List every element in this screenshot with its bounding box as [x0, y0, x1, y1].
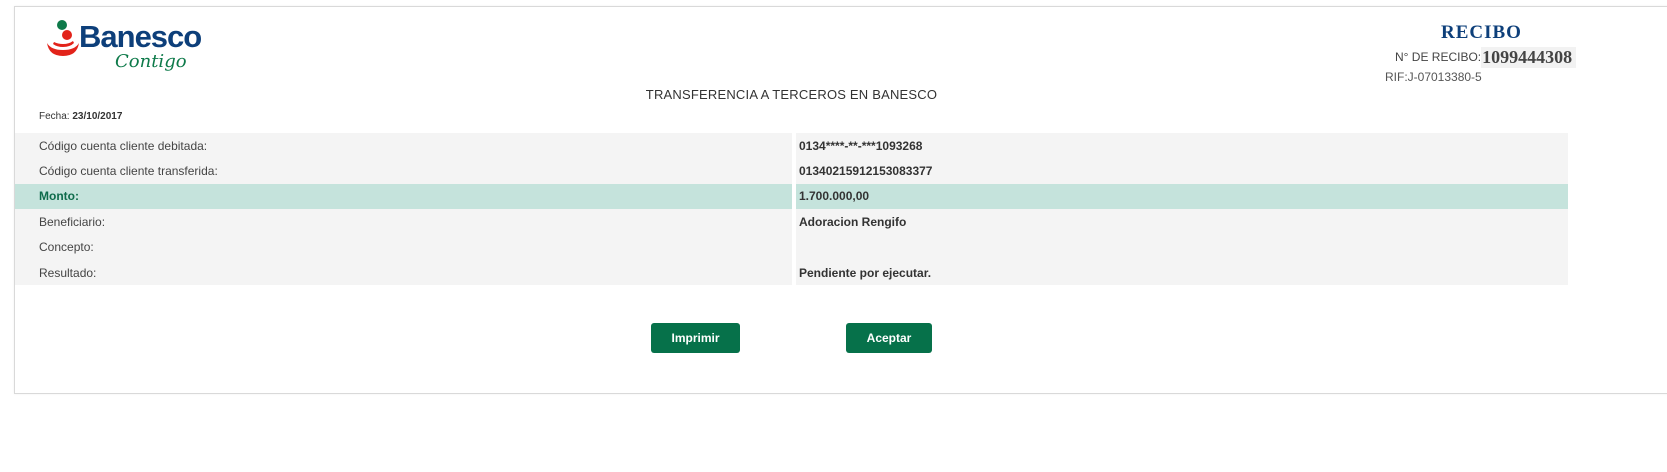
transfer-receipt: Banesco Contigo RECIBO N° DE RECIBO:1099… [14, 6, 1667, 394]
accept-button[interactable]: Aceptar [846, 323, 932, 353]
banesco-logo-wordmark: Banesco [79, 19, 202, 54]
detail-label: Concepto: [15, 234, 796, 260]
date-label: Fecha: [39, 111, 70, 122]
detail-row-debited-account: Código cuenta cliente debitada: 0134****… [15, 133, 1568, 159]
detail-row-result: Resultado: Pendiente por ejecutar. [15, 259, 1568, 286]
receipt-number-label: N° DE RECIBO: [1395, 50, 1482, 64]
banesco-logo-mark-icon [47, 20, 79, 56]
receipt-number-row: N° DE RECIBO:1099444308 [1395, 47, 1577, 68]
detail-label: Código cuenta cliente transferida: [15, 158, 796, 184]
receipt-number: 1099444308 [1481, 47, 1577, 68]
detail-row-amount: Monto: 1.700.000,00 [15, 183, 1568, 210]
print-button[interactable]: Imprimir [651, 323, 740, 353]
detail-value [796, 234, 1568, 260]
detail-row-concept: Concepto: [15, 234, 1568, 260]
detail-value: 0134****-**-***1093268 [796, 133, 1568, 159]
transfer-details-table: Código cuenta cliente debitada: 0134****… [15, 133, 1568, 286]
detail-value: Pendiente por ejecutar. [796, 259, 1568, 286]
detail-label: Monto: [15, 183, 796, 210]
detail-label: Beneficiario: [15, 209, 796, 235]
receipt-title: RECIBO [1441, 22, 1522, 43]
detail-row-beneficiary: Beneficiario: Adoracion Rengifo [15, 209, 1568, 235]
banesco-logo-tagline: Contigo [115, 51, 187, 72]
detail-label: Resultado: [15, 259, 796, 286]
transaction-heading: TRANSFERENCIA A TERCEROS EN BANESCO [645, 87, 938, 102]
detail-label: Código cuenta cliente debitada: [15, 133, 796, 159]
date-value: 23/10/2017 [72, 111, 123, 122]
detail-value: Adoracion Rengifo [796, 209, 1568, 235]
rif-number: RIF:J-07013380-5 [1385, 70, 1482, 84]
detail-value: 1.700.000,00 [796, 183, 1568, 210]
receipt-date: Fecha: 23/10/2017 [39, 111, 122, 122]
detail-row-transferred-account: Código cuenta cliente transferida: 01340… [15, 158, 1568, 184]
detail-value: 01340215912153083377 [796, 158, 1568, 184]
banesco-logo: Banesco Contigo [45, 13, 215, 81]
